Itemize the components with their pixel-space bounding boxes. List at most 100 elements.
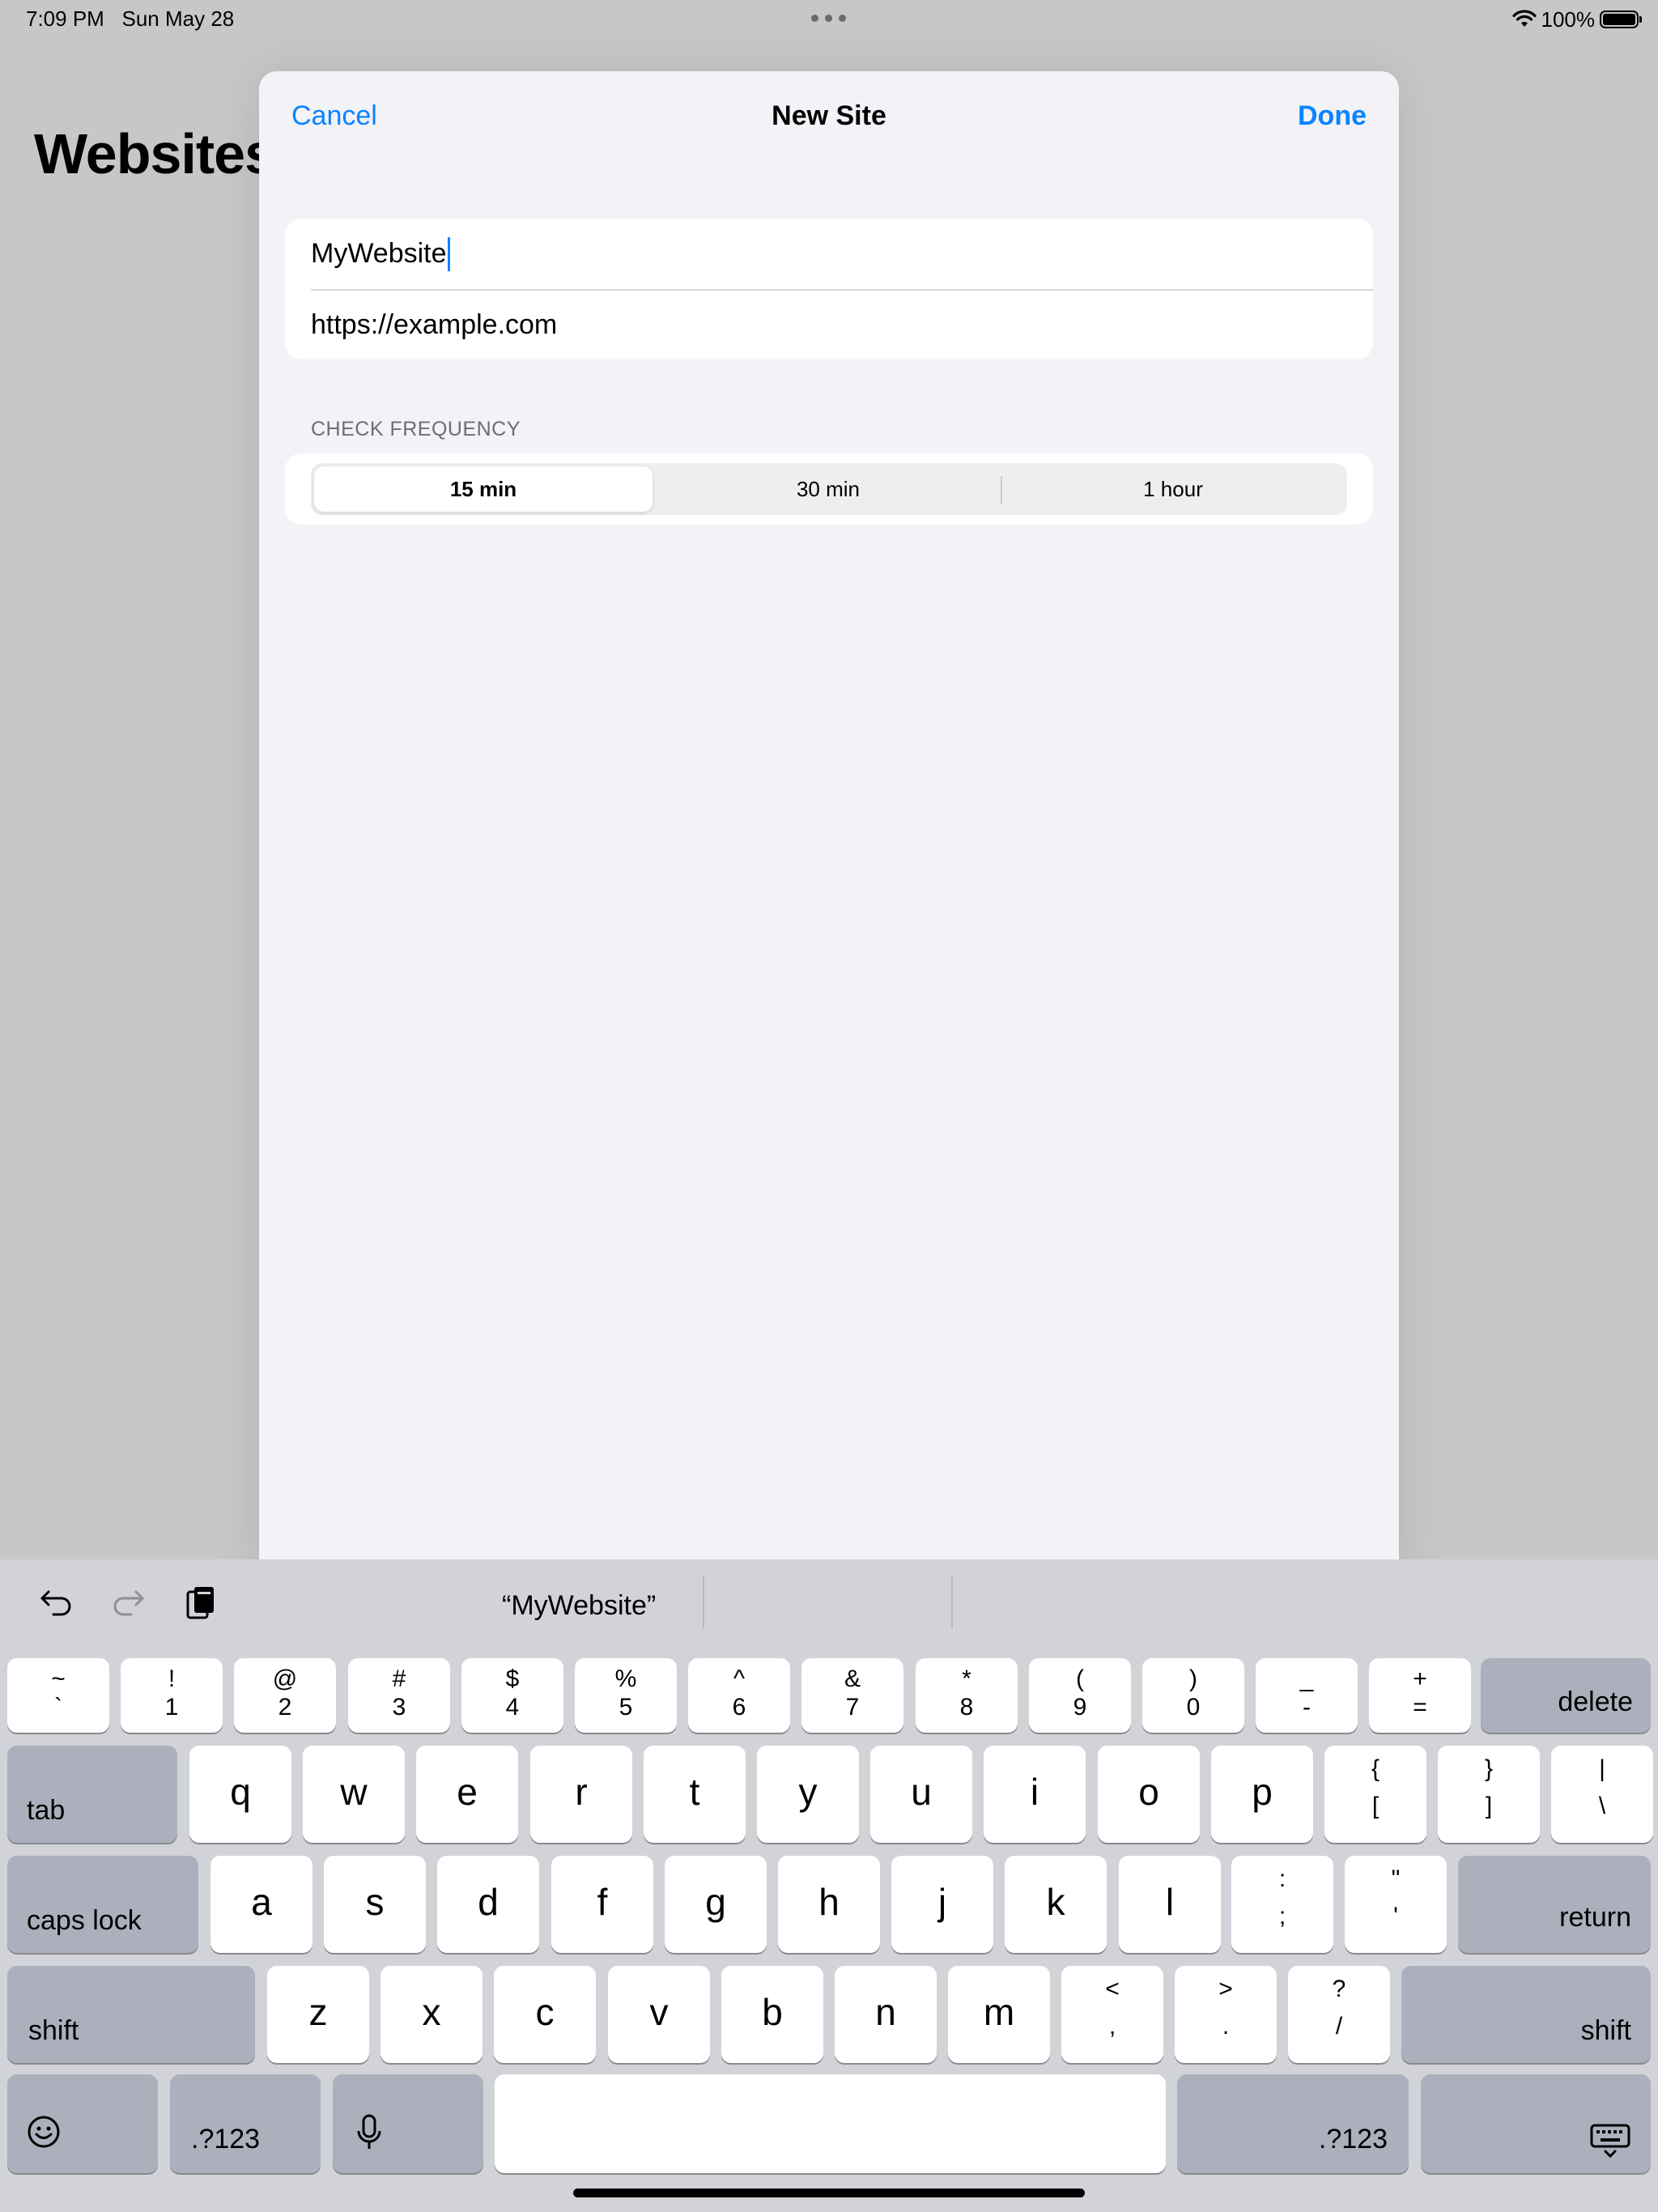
- cancel-button[interactable]: Cancel: [291, 100, 377, 132]
- key-label-top: (: [1076, 1665, 1084, 1693]
- dictation-key[interactable]: [333, 2074, 483, 2173]
- shift-right-key[interactable]: shift: [1401, 1966, 1651, 2063]
- key-][interactable]: }]: [1438, 1746, 1540, 1843]
- key-q[interactable]: q: [189, 1746, 291, 1843]
- segment-30-min[interactable]: 30 min: [659, 466, 997, 512]
- suggestion-mywebsite[interactable]: “MyWebsite”: [502, 1590, 656, 1622]
- key-label-top: !: [168, 1665, 176, 1693]
- key-h[interactable]: h: [778, 1856, 880, 1953]
- key-semicolon[interactable]: :;: [1231, 1856, 1333, 1953]
- done-button[interactable]: Done: [1298, 100, 1367, 132]
- numbers-key-left[interactable]: .?123: [170, 2074, 321, 2173]
- key-a[interactable]: a: [210, 1856, 312, 1953]
- key-2[interactable]: @2: [234, 1658, 336, 1733]
- key-s[interactable]: s: [324, 1856, 426, 1953]
- key-m[interactable]: m: [948, 1966, 1050, 2063]
- key-4[interactable]: $4: [461, 1658, 563, 1733]
- key-label: x: [422, 1991, 441, 2033]
- key-e[interactable]: e: [416, 1746, 518, 1843]
- key-label-top: ": [1391, 1865, 1401, 1892]
- key-1[interactable]: ! 1: [121, 1658, 223, 1733]
- caps-lock-key[interactable]: caps lock: [7, 1856, 198, 1953]
- key-label-top: {: [1371, 1755, 1380, 1782]
- key-slash[interactable]: ? /: [1288, 1966, 1390, 2063]
- paste-icon[interactable]: [181, 1584, 220, 1623]
- space-key[interactable]: [495, 2074, 1166, 2173]
- key-label: a: [251, 1881, 272, 1923]
- key-period[interactable]: >.: [1175, 1966, 1277, 2063]
- key-o[interactable]: o: [1098, 1746, 1200, 1843]
- redo-icon[interactable]: [108, 1584, 147, 1623]
- dismiss-keyboard-key[interactable]: [1421, 2074, 1651, 2173]
- site-url-field[interactable]: https://example.com: [311, 290, 1373, 360]
- key-label-top: ^: [733, 1665, 746, 1693]
- key-label: return: [1559, 1902, 1631, 1933]
- key-quote[interactable]: " ': [1345, 1856, 1447, 1953]
- key-z[interactable]: z: [267, 1966, 369, 2063]
- key-u[interactable]: u: [870, 1746, 972, 1843]
- clock: 7:09 PM: [26, 6, 104, 31]
- site-name-value: MyWebsite: [311, 238, 447, 269]
- key-n[interactable]: n: [835, 1966, 937, 2063]
- segment-divider: [1001, 476, 1002, 504]
- key-label: d: [478, 1881, 499, 1923]
- key-label-top: ): [1189, 1665, 1197, 1693]
- key-5[interactable]: % 5: [575, 1658, 677, 1733]
- key-label-bottom: .: [1222, 2012, 1230, 2040]
- key-label-bottom: -: [1303, 1694, 1311, 1721]
- key-label: k: [1046, 1881, 1065, 1923]
- key-7[interactable]: & 7: [801, 1658, 903, 1733]
- key-label-top: #: [392, 1665, 406, 1693]
- key--[interactable]: _ -: [1256, 1658, 1358, 1733]
- key-l[interactable]: l: [1119, 1856, 1221, 1953]
- key-y[interactable]: y: [757, 1746, 859, 1843]
- segment-15-min[interactable]: 15 min: [314, 466, 653, 512]
- key-comma[interactable]: <,: [1061, 1966, 1163, 2063]
- emoji-key[interactable]: [7, 2074, 158, 2173]
- key-[[interactable]: {[: [1324, 1746, 1426, 1843]
- key-\[interactable]: | \: [1551, 1746, 1653, 1843]
- key-b[interactable]: b: [721, 1966, 823, 2063]
- key-label-bottom: 9: [1073, 1694, 1087, 1721]
- key-x[interactable]: x: [380, 1966, 483, 2063]
- key-w[interactable]: w: [303, 1746, 405, 1843]
- return-key[interactable]: return: [1458, 1856, 1651, 1953]
- numbers-key-right[interactable]: .?123: [1177, 2074, 1409, 2173]
- key-label-top: _: [1299, 1665, 1314, 1693]
- site-name-field[interactable]: MyWebsite: [311, 219, 1373, 291]
- undo-icon[interactable]: [37, 1584, 76, 1623]
- segment-1-hour[interactable]: 1 hour: [1004, 466, 1342, 512]
- key-j[interactable]: j: [891, 1856, 993, 1953]
- multitasking-dots-icon[interactable]: [810, 10, 848, 26]
- key-r[interactable]: r: [530, 1746, 632, 1843]
- tab-key[interactable]: tab: [7, 1746, 177, 1843]
- key-3[interactable]: #3: [348, 1658, 450, 1733]
- delete-key[interactable]: delete: [1481, 1658, 1651, 1733]
- key-k[interactable]: k: [1005, 1856, 1107, 1953]
- shift-left-key[interactable]: shift: [7, 1966, 255, 2063]
- key-label: n: [875, 1991, 896, 2033]
- key-=[interactable]: + =: [1369, 1658, 1471, 1733]
- key-label-bottom: 5: [619, 1694, 633, 1721]
- key-label-bottom: 7: [845, 1694, 860, 1721]
- key-8[interactable]: * 8: [916, 1658, 1018, 1733]
- key-label-top: $: [505, 1665, 520, 1693]
- key-f[interactable]: f: [551, 1856, 653, 1953]
- key-label: o: [1138, 1771, 1159, 1813]
- key-v[interactable]: v: [608, 1966, 710, 2063]
- key-g[interactable]: g: [665, 1856, 767, 1953]
- key-d[interactable]: d: [437, 1856, 539, 1953]
- key-label-top: &: [844, 1665, 861, 1693]
- key-label-bottom: 1: [164, 1694, 179, 1721]
- key-0[interactable]: ) 0: [1142, 1658, 1244, 1733]
- key-c[interactable]: c: [494, 1966, 596, 2063]
- battery-percent: 100%: [1541, 6, 1596, 32]
- key-9[interactable]: (9: [1029, 1658, 1131, 1733]
- key-p[interactable]: p: [1211, 1746, 1313, 1843]
- key-label: c: [535, 1991, 555, 2033]
- key-i[interactable]: i: [984, 1746, 1086, 1843]
- home-indicator[interactable]: [573, 2189, 1085, 2197]
- key-t[interactable]: t: [644, 1746, 746, 1843]
- key-6[interactable]: ^ 6: [688, 1658, 790, 1733]
- key-`[interactable]: ~ `: [7, 1658, 109, 1733]
